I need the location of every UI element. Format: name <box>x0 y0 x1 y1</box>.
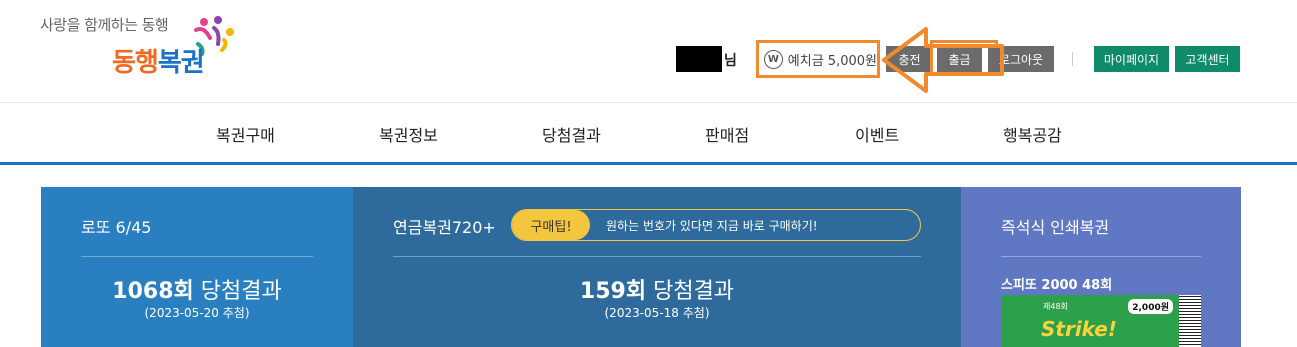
pension-title: 연금복권720+ <box>393 218 496 237</box>
logo-wordmark-blue: 복권 <box>157 48 205 78</box>
annotation-arrow-icon <box>882 27 1004 93</box>
ticket-strike-text: Strike! <box>1041 317 1117 341</box>
instant-title: 즉석식 인쇄복권 <box>1001 218 1110 237</box>
purchase-tip[interactable]: 구매팁! 원하는 번호가 있다면 지금 바로 구매하기! <box>511 209 921 241</box>
logo-wordmark: 동행복권 <box>112 42 205 79</box>
lotto-panel[interactable]: 로또 6/45 1068회 당첨결과 (2023-05-20 추첨) <box>41 187 353 347</box>
nav-item-info[interactable]: 복권정보 <box>379 122 438 146</box>
nav-item-happiness[interactable]: 행복공감 <box>1003 122 1062 146</box>
lotto-result-label: 당첨결과 <box>193 279 282 304</box>
ticket-round: 제48회 <box>1043 302 1068 311</box>
nav-item-stores[interactable]: 판매점 <box>705 122 749 146</box>
logo-wordmark-orange: 동행 <box>112 48 159 78</box>
tip-text: 원하는 번호가 있다면 지금 바로 구매하기! <box>606 218 818 233</box>
tip-badge: 구매팁! <box>512 210 590 240</box>
pension-panel[interactable]: 연금복권720+ 구매팁! 원하는 번호가 있다면 지금 바로 구매하기! 15… <box>353 187 961 347</box>
pension-result-label: 당첨결과 <box>646 279 735 304</box>
pension-date: (2023-05-18 추첨) <box>604 306 710 320</box>
ticket-price: 2,000원 <box>1128 299 1173 314</box>
lotto-result[interactable]: 1068회 당첨결과 <box>41 273 353 305</box>
masked-username <box>676 46 722 72</box>
nav-bottom-border <box>0 162 1297 165</box>
ticket-barcode <box>1179 295 1201 347</box>
site-logo[interactable]: 사랑을 함께하는 동행 동행복권 <box>40 14 240 84</box>
nav-item-buy[interactable]: 복권구매 <box>216 122 275 146</box>
username-suffix: 님 <box>724 53 737 69</box>
deposit-label: 예치금 5,000원 <box>787 53 877 69</box>
lotto-round: 1068회 <box>112 279 194 304</box>
instant-subtitle: 스피또 2000 48회 <box>1001 278 1113 293</box>
support-button[interactable]: 고객센터 <box>1175 46 1240 72</box>
deposit-balance: W 예치금 5,000원 <box>756 40 880 78</box>
pension-round: 159회 <box>579 279 647 304</box>
pension-result[interactable]: 159회 당첨결과 <box>353 273 961 305</box>
logo-tagline: 사랑을 함께하는 동행 <box>40 16 169 34</box>
mypage-button[interactable]: 마이페이지 <box>1094 46 1169 72</box>
nav-item-results[interactable]: 당첨결과 <box>542 122 601 146</box>
instant-panel[interactable]: 즉석식 인쇄복권 스피또 2000 48회 제48회 2,000원 Strike… <box>961 187 1241 347</box>
lotto-title: 로또 6/45 <box>81 218 152 237</box>
pension-divider <box>393 256 921 257</box>
lotto-date: (2023-05-20 추첨) <box>144 306 250 320</box>
speetto-ticket-image[interactable]: 제48회 2,000원 Strike! <box>1001 295 1201 347</box>
lotto-divider <box>81 256 313 257</box>
main-nav: 복권구매 복권정보 당첨결과 판매점 이벤트 행복공감 <box>0 103 1297 163</box>
page: 사랑을 함께하는 동행 동행복권 님 W 예치금 5,000원 충전 출금 로그… <box>0 0 1297 347</box>
won-icon: W <box>764 49 783 69</box>
header-divider <box>1072 52 1073 66</box>
nav-item-events[interactable]: 이벤트 <box>855 122 899 146</box>
instant-divider <box>1001 256 1201 257</box>
